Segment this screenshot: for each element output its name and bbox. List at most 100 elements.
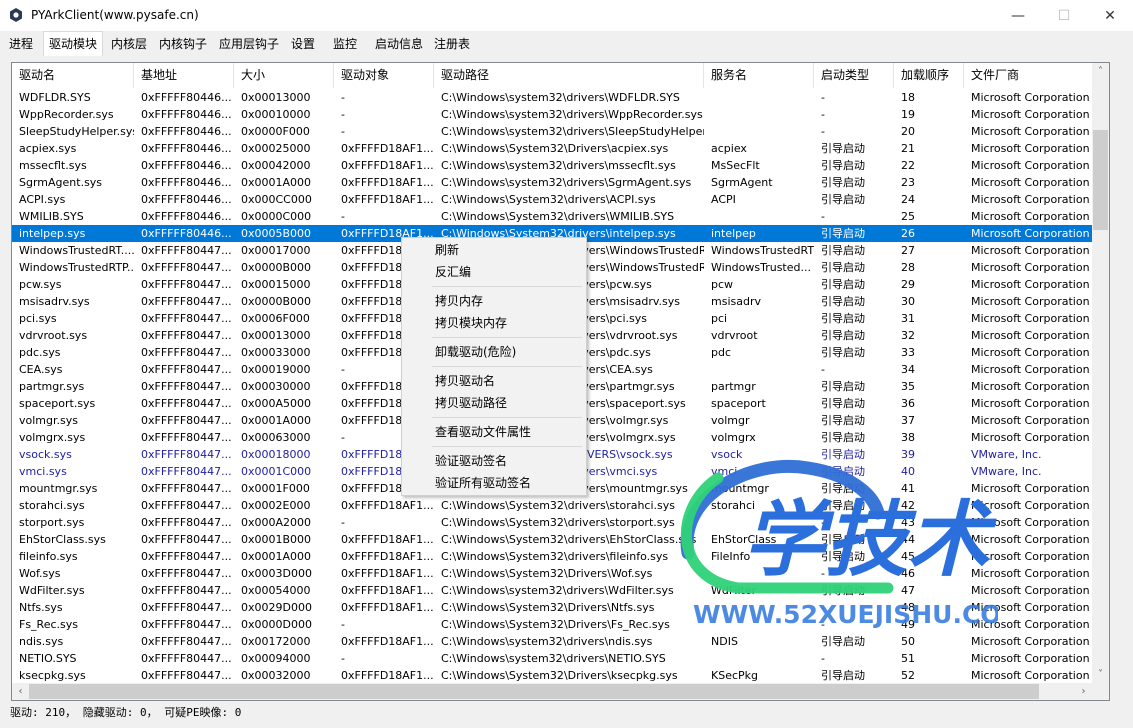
table-row[interactable]: Ntfs.sys 0xFFFFF80447... 0x0029D000 0xFFFFD… <box>12 599 1092 616</box>
cell-base-address: 0xFFFFF80447... <box>141 363 232 376</box>
tab-monitor[interactable]: 监控 <box>328 34 362 55</box>
context-menu-view-file-properties[interactable]: 查看驱动文件属性 <box>402 421 586 443</box>
vertical-scrollbar[interactable]: ˄ ˅ <box>1092 63 1109 683</box>
cell-base-address: 0xFFFFF80447... <box>141 618 232 631</box>
context-menu-verify-all-signatures[interactable]: 验证所有驱动签名 <box>402 472 586 494</box>
cell-start-type: 引导启动 <box>821 448 865 461</box>
table-row[interactable]: EhStorClass.sys 0xFFFFF80447... 0x0001B000… <box>12 531 1092 548</box>
table-row[interactable]: ACPI.sys 0xFFFFF80446... 0x000CC000 0xFFFFD… <box>12 191 1092 208</box>
context-menu-disassemble[interactable]: 反汇编 <box>402 261 586 283</box>
cell-file-vendor: Microsoft Corporation <box>971 312 1090 325</box>
cell-start-type: 引导启动 <box>821 159 865 172</box>
close-button[interactable]: ✕ <box>1087 0 1133 31</box>
horizontal-scroll-thumb[interactable] <box>29 684 1039 699</box>
cell-service-name: volmgrx <box>711 431 756 444</box>
table-row[interactable]: storport.sys 0xFFFFF80447... 0x000A2000 - C:… <box>12 514 1092 531</box>
maximize-button[interactable]: ☐ <box>1041 0 1087 31</box>
cell-file-vendor: Microsoft Corporation <box>971 584 1090 597</box>
cell-start-type: 引导启动 <box>821 533 865 546</box>
tab-user-hooks[interactable]: 应用层钩子 <box>214 34 284 55</box>
minimize-button[interactable]: — <box>995 0 1041 31</box>
column-header-driver-object[interactable]: 驱动对象 <box>334 63 434 88</box>
context-menu-copy-driver-path[interactable]: 拷贝驱动路径 <box>402 392 586 414</box>
column-header-base-address[interactable]: 基地址 <box>134 63 234 88</box>
cell-load-order: 52 <box>901 669 915 682</box>
column-header-driver-name[interactable]: 驱动名 <box>12 63 134 88</box>
cell-start-type: 引导启动 <box>821 278 865 291</box>
table-row[interactable]: WDFLDR.SYS 0xFFFFF80446... 0x00013000 - C:\W… <box>12 89 1092 106</box>
cell-base-address: 0xFFFFF80447... <box>141 516 232 529</box>
tab-driver-modules[interactable]: 驱动模块 <box>43 31 104 56</box>
cell-driver-object: 0xFFFFD18AF1... <box>341 635 434 648</box>
cell-service-name: storahci <box>711 499 756 512</box>
cell-load-order: 42 <box>901 499 915 512</box>
tab-settings[interactable]: 设置 <box>286 34 320 55</box>
table-row[interactable]: storahci.sys 0xFFFFF80447... 0x0002E000 0xF… <box>12 497 1092 514</box>
window-title: PYArkClient(www.pysafe.cn) <box>31 8 199 22</box>
cell-driver-name: Wof.sys <box>19 567 61 580</box>
column-header-size[interactable]: 大小 <box>234 63 334 88</box>
scroll-right-arrow[interactable]: › <box>1075 683 1092 700</box>
column-header-file-vendor[interactable]: 文件厂商 <box>964 63 1092 88</box>
cell-size: 0x00063000 <box>241 431 311 444</box>
cell-load-order: 28 <box>901 261 915 274</box>
cell-size: 0x000CC000 <box>241 193 312 206</box>
vertical-scroll-thumb[interactable] <box>1093 130 1108 230</box>
cell-start-type: 引导启动 <box>821 346 865 359</box>
table-row[interactable]: NETIO.SYS 0xFFFFF80447... 0x00094000 - C:\Wi… <box>12 650 1092 667</box>
cell-size: 0x0003D000 <box>241 567 312 580</box>
table-row[interactable]: SgrmAgent.sys 0xFFFFF80446... 0x0001A000 0x… <box>12 174 1092 191</box>
tab-startup-info[interactable]: 启动信息 <box>370 34 428 55</box>
cell-driver-name: mssecflt.sys <box>19 159 87 172</box>
cell-service-name: NDIS <box>711 635 738 648</box>
table-row[interactable]: WdFilter.sys 0xFFFFF80447... 0x00054000 0xF… <box>12 582 1092 599</box>
cell-load-order: 43 <box>901 516 915 529</box>
table-row[interactable]: WppRecorder.sys 0xFFFFF80446... 0x00010000… <box>12 106 1092 123</box>
cell-base-address: 0xFFFFF80447... <box>141 550 232 563</box>
cell-load-order: 19 <box>901 108 915 121</box>
cell-driver-object: - <box>341 618 345 631</box>
cell-base-address: 0xFFFFF80447... <box>141 482 232 495</box>
table-row[interactable]: acpiex.sys 0xFFFFF80446... 0x00025000 0xFFF… <box>12 140 1092 157</box>
table-row[interactable]: mssecflt.sys 0xFFFFF80446... 0x00042000 0xF… <box>12 157 1092 174</box>
cell-size: 0x0001B000 <box>241 533 312 546</box>
cell-start-type: - <box>821 125 825 138</box>
cell-size: 0x00030000 <box>241 380 311 393</box>
horizontal-scrollbar[interactable]: ‹ › <box>12 683 1092 700</box>
cell-load-order: 35 <box>901 380 915 393</box>
context-menu-copy-module-memory[interactable]: 拷贝模块内存 <box>402 312 586 334</box>
context-menu-copy-driver-name[interactable]: 拷贝驱动名 <box>402 370 586 392</box>
table-row[interactable]: fileinfo.sys 0xFFFFF80447... 0x0001A000 0xF… <box>12 548 1092 565</box>
column-header-driver-path[interactable]: 驱动路径 <box>434 63 704 88</box>
column-header-service-name[interactable]: 服务名 <box>704 63 814 88</box>
cell-file-vendor: Microsoft Corporation <box>971 210 1090 223</box>
cell-load-order: 18 <box>901 91 915 104</box>
table-row[interactable]: Fs_Rec.sys 0xFFFFF80447... 0x0000D000 - C:\W… <box>12 616 1092 633</box>
context-menu-copy-memory[interactable]: 拷贝内存 <box>402 290 586 312</box>
context-menu-refresh[interactable]: 刷新 <box>402 239 586 261</box>
cell-size: 0x00172000 <box>241 635 311 648</box>
cell-start-type: - <box>821 108 825 121</box>
table-row[interactable]: SleepStudyHelper.sys 0xFFFFF80446... 0x000… <box>12 123 1092 140</box>
tab-process[interactable]: 进程 <box>4 34 38 55</box>
scroll-down-arrow[interactable]: ˅ <box>1092 666 1109 683</box>
scroll-up-arrow[interactable]: ˄ <box>1092 63 1109 80</box>
column-header-start-type[interactable]: 启动类型 <box>814 63 894 88</box>
column-header-load-order[interactable]: 加载顺序 <box>894 63 964 88</box>
cell-driver-path: C:\Windows\system32\drivers\SleepStudyHe… <box>441 125 704 138</box>
cell-driver-name: EhStorClass.sys <box>19 533 106 546</box>
tab-kernel-hooks[interactable]: 内核钩子 <box>154 34 212 55</box>
table-row[interactable]: Wof.sys 0xFFFFF80447... 0x0003D000 0xFFFFD1… <box>12 565 1092 582</box>
context-menu-verify-signature[interactable]: 验证驱动签名 <box>402 450 586 472</box>
context-menu-unload-driver[interactable]: 卸载驱动(危险) <box>402 341 586 363</box>
table-row[interactable]: ndis.sys 0xFFFFF80447... 0x00172000 0xFFFFD… <box>12 633 1092 650</box>
cell-start-type: - <box>821 210 825 223</box>
tab-kernel-layer[interactable]: 内核层 <box>106 34 152 55</box>
tab-registry[interactable]: 注册表 <box>429 34 475 55</box>
scroll-left-arrow[interactable]: ‹ <box>12 683 29 700</box>
cell-start-type: 引导启动 <box>821 227 865 240</box>
cell-base-address: 0xFFFFF80446... <box>141 142 232 155</box>
table-row[interactable]: WMILIB.SYS 0xFFFFF80446... 0x0000C000 - C:\W… <box>12 208 1092 225</box>
table-row[interactable]: ksecpkg.sys 0xFFFFF80447... 0x00032000 0xFF… <box>12 667 1092 684</box>
minimize-icon: — <box>1011 7 1025 24</box>
